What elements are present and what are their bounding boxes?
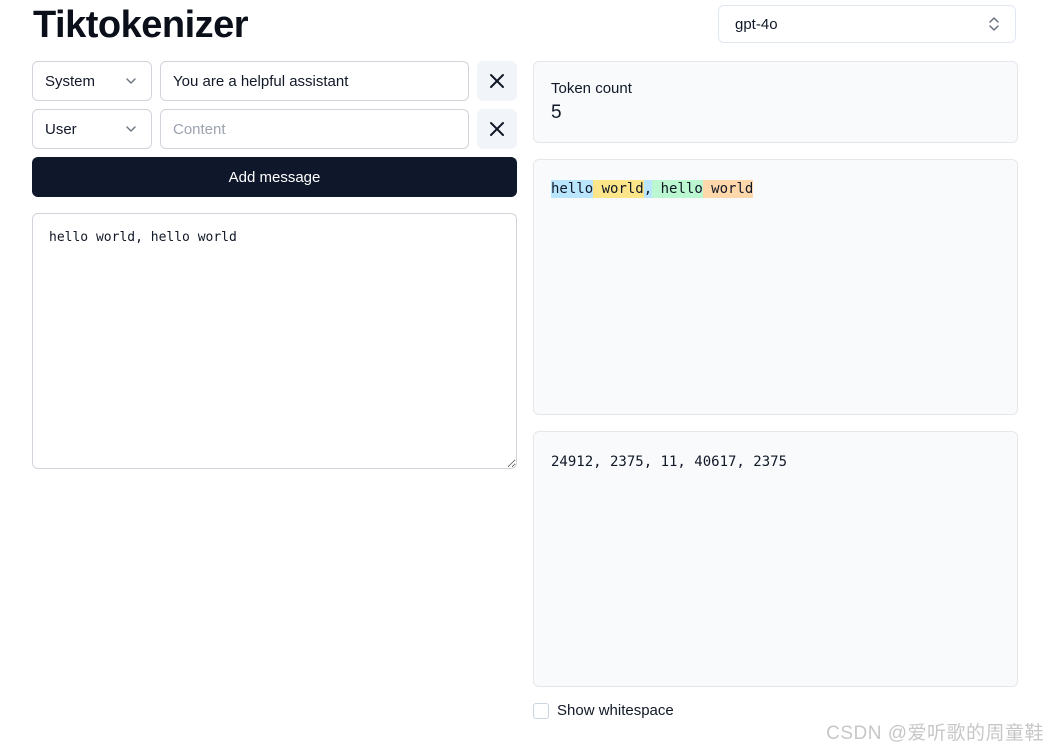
close-icon [490, 122, 504, 136]
message-content-input[interactable] [160, 61, 469, 101]
role-select[interactable]: System [32, 61, 152, 101]
prompt-textarea[interactable] [32, 213, 517, 469]
token-chip: hello [551, 180, 594, 198]
token-count-value: 5 [551, 102, 562, 123]
token-list: hello world, hello world [551, 180, 754, 198]
add-message-button[interactable]: Add message [32, 157, 517, 197]
chevron-down-icon [126, 78, 136, 84]
token-count-panel: Token count 5 [533, 61, 1018, 143]
token-chip: world [702, 180, 754, 198]
token-count-label: Token count [551, 80, 632, 97]
token-chip: world [593, 180, 644, 198]
tiktokenizer-app: Tiktokenizer gpt-4o System User [0, 0, 1050, 751]
role-select-value: System [45, 72, 96, 90]
show-whitespace-toggle[interactable]: Show whitespace [533, 702, 674, 719]
role-select-value: User [45, 120, 77, 138]
token-ids-panel: 24912, 2375, 11, 40617, 2375 [533, 431, 1018, 687]
remove-message-button[interactable] [477, 109, 517, 149]
show-whitespace-label: Show whitespace [557, 702, 674, 719]
chevron-down-icon [126, 126, 136, 132]
close-icon [490, 74, 504, 88]
message-content-input[interactable] [160, 109, 469, 149]
role-select[interactable]: User [32, 109, 152, 149]
token-chip: hello [652, 180, 703, 198]
token-chip: , [643, 180, 653, 198]
model-select-value: gpt-4o [735, 15, 778, 33]
show-whitespace-checkbox[interactable] [533, 702, 549, 719]
remove-message-button[interactable] [477, 61, 517, 101]
token-ids-text: 24912, 2375, 11, 40617, 2375 [551, 454, 788, 470]
tokenized-text-panel: hello world, hello world [533, 159, 1018, 415]
watermark: CSDN @爱听歌的周童鞋 [826, 723, 1044, 744]
page-title: Tiktokenizer [33, 4, 249, 46]
model-select[interactable]: gpt-4o [718, 5, 1016, 43]
chevron-up-down-icon [989, 17, 999, 31]
